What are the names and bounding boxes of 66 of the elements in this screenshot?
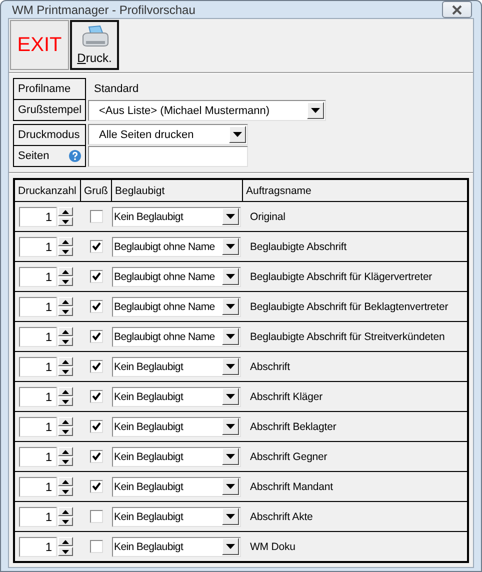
checkbox[interactable] (90, 510, 102, 523)
count-spinner[interactable]: 1 (19, 236, 57, 256)
job-name: Abschrift (250, 360, 290, 372)
column-header: Gruß (83, 184, 109, 198)
pages-field[interactable] (88, 146, 248, 167)
count-spinner[interactable]: 1 (19, 536, 57, 556)
checkbox[interactable] (90, 210, 102, 223)
count-spinner[interactable]: 1 (19, 296, 57, 316)
checkbox[interactable] (90, 450, 102, 463)
checkbox[interactable] (90, 330, 102, 343)
job-name: Abschrift Mandant (250, 480, 333, 492)
count-spinner[interactable]: 1 (19, 506, 57, 526)
print-mode-dropdown[interactable]: Alle Seiten drucken (88, 124, 248, 145)
column-header: Beglaubigt (111, 180, 243, 201)
job-name: Beglaubigte Abschrift für Streitverkündeten (250, 330, 445, 342)
print-button[interactable]: Druck. (70, 20, 119, 70)
count-spinner[interactable]: 1 (19, 326, 57, 346)
checkbox[interactable] (90, 420, 102, 433)
job-name: Abschrift Akte (250, 510, 313, 522)
certification-dropdown[interactable]: Kein Beglaubigt (112, 506, 241, 526)
certification-dropdown[interactable]: Kein Beglaubigt (112, 476, 241, 496)
checkbox[interactable] (90, 360, 102, 373)
help-icon[interactable] (69, 150, 81, 162)
checkbox[interactable] (90, 240, 102, 253)
checkbox[interactable] (90, 300, 102, 313)
job-name: Beglaubigte Abschrift (250, 240, 347, 252)
window-title: WM Printmanager - Profilvorschau (11, 2, 196, 16)
certification-dropdown[interactable]: Kein Beglaubigt (112, 416, 241, 436)
count-spinner[interactable]: 1 (19, 266, 57, 286)
certification-dropdown[interactable]: Beglaubigt ohne Name (112, 266, 241, 286)
certification-dropdown[interactable]: Kein Beglaubigt (112, 446, 241, 466)
certification-dropdown[interactable]: Kein Beglaubigt (112, 206, 241, 226)
field-label: Seiten (18, 150, 50, 162)
checkbox[interactable] (90, 270, 102, 283)
field-label: Druckmodus (18, 129, 80, 141)
column-header: Druckanzahl (15, 180, 81, 201)
count-spinner[interactable]: 1 (19, 356, 57, 376)
profile-name: Standard (93, 82, 140, 97)
count-spinner[interactable]: 1 (19, 446, 57, 466)
job-name: Abschrift Gegner (250, 450, 328, 462)
printer-icon (80, 25, 110, 49)
certification-dropdown[interactable]: Kein Beglaubigt (112, 536, 241, 556)
checkbox[interactable] (90, 540, 102, 553)
certification-dropdown[interactable]: Beglaubigt ohne Name (112, 296, 241, 316)
column-header: Auftragsname (245, 184, 312, 198)
close-icon (450, 4, 464, 14)
job-name: Abschrift Beklagter (250, 420, 336, 432)
count-spinner[interactable]: 1 (19, 416, 57, 436)
count-spinner[interactable]: 1 (19, 476, 57, 496)
field-label: Grußstempel (13, 99, 86, 121)
count-spinner[interactable]: 1 (19, 386, 57, 406)
checkbox[interactable] (90, 480, 102, 493)
job-name: Beglaubigte Abschrift für Klägervertreter (250, 270, 432, 282)
job-name: Original (250, 210, 286, 222)
job-name: Beglaubigte Abschrift für Beklagtenvertreter (250, 300, 448, 312)
close-button[interactable] (442, 1, 472, 18)
certification-dropdown[interactable]: Beglaubigt ohne Name (112, 236, 241, 256)
certification-dropdown[interactable]: Kein Beglaubigt (112, 386, 241, 406)
job-name: WM Doku (250, 540, 296, 552)
stamp-dropdown[interactable]: <Aus Liste> (Michael Mustermann) (88, 100, 326, 121)
certification-dropdown[interactable]: Beglaubigt ohne Name (112, 326, 241, 346)
job-name: Abschrift Kläger (250, 390, 323, 402)
checkbox[interactable] (90, 390, 102, 403)
certification-dropdown[interactable]: Kein Beglaubigt (112, 356, 241, 376)
count-spinner[interactable]: 1 (19, 206, 57, 226)
field-label: Profilname (13, 78, 86, 100)
